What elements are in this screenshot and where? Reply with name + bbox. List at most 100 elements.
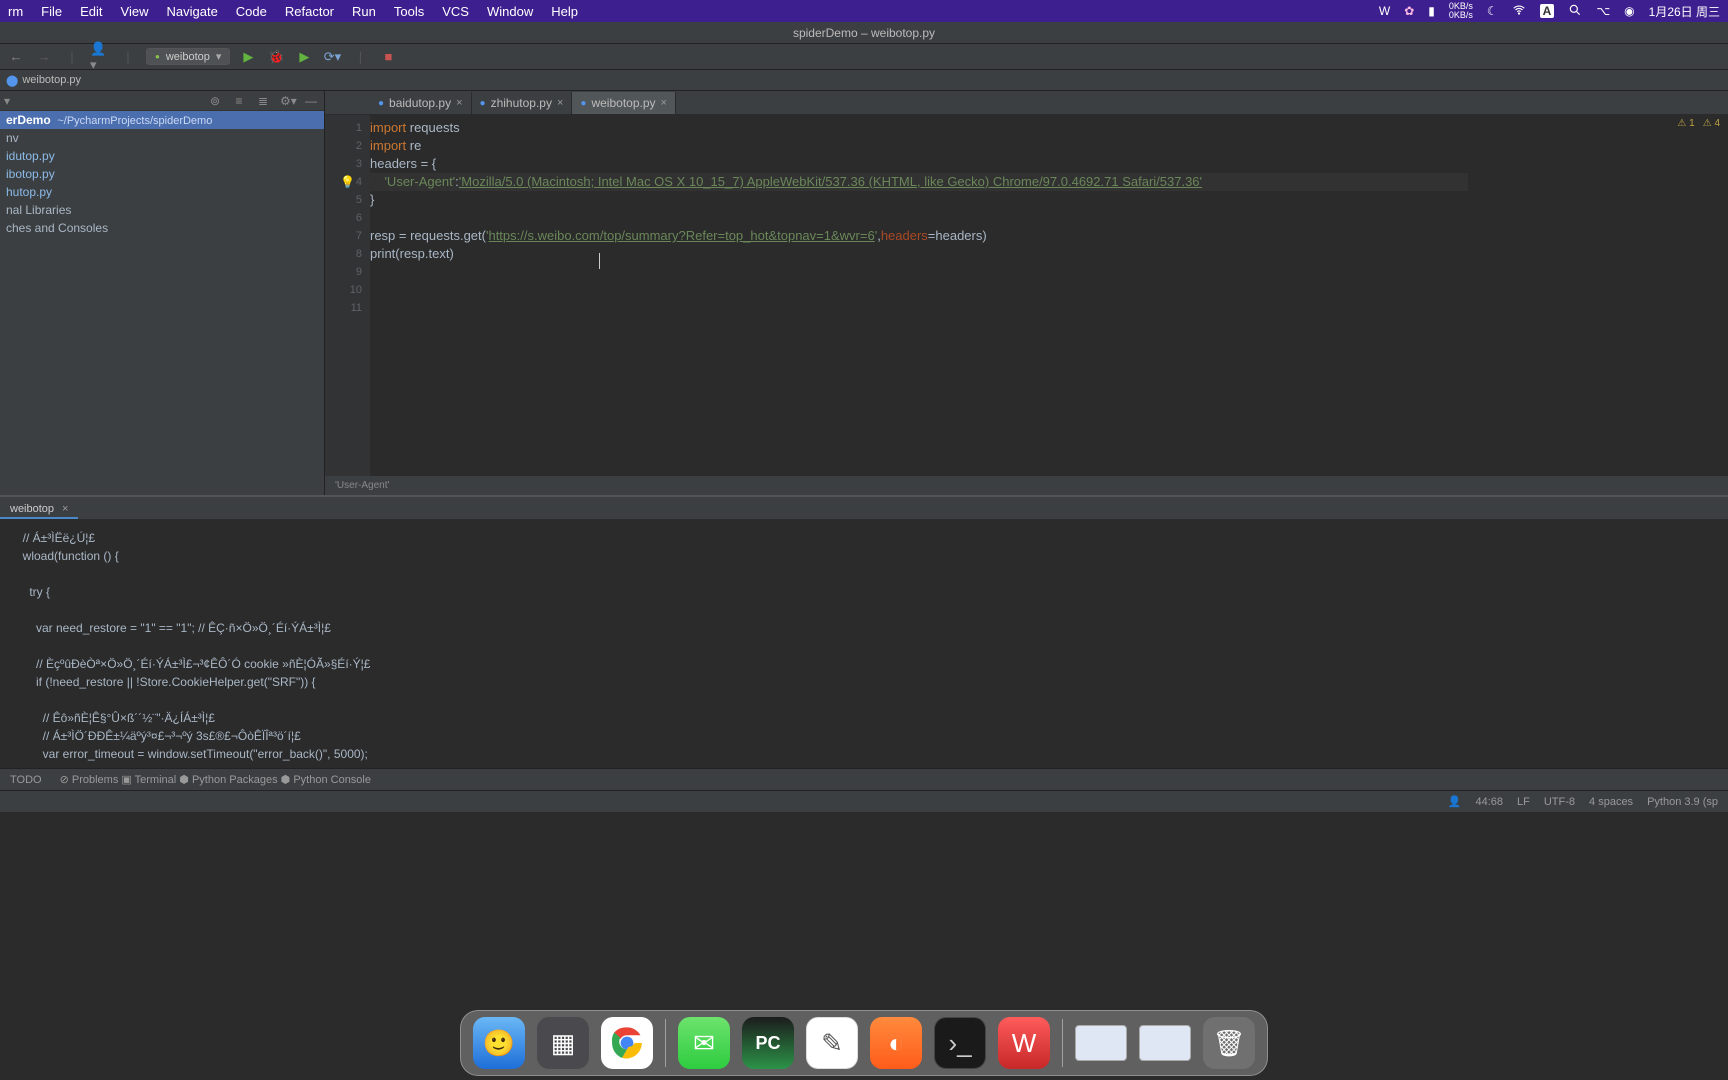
hide-icon[interactable]: —	[304, 94, 318, 108]
toolbar-sep: |	[350, 47, 370, 67]
dock-wps-icon[interactable]: W	[998, 1017, 1050, 1069]
editor-breadcrumb[interactable]: 'User-Agent'	[325, 476, 1728, 495]
toolbar-sep: |	[62, 47, 82, 67]
macos-dock: 🙂 ▦ ✉ PC ✎ ◐ ›_ W 🗑	[460, 1010, 1268, 1076]
toolwin-todo[interactable]: TODO	[10, 774, 42, 786]
status-interpreter[interactable]: Python 3.9 (sp	[1647, 796, 1718, 808]
dock-finder-icon[interactable]: 🙂	[473, 1017, 525, 1069]
tree-item[interactable]: idutop.py	[0, 147, 324, 165]
menu-help[interactable]: Help	[551, 4, 578, 19]
text-caret	[599, 253, 600, 269]
dock-chrome-icon[interactable]	[601, 1017, 653, 1069]
tree-item-external-libs[interactable]: nal Libraries	[0, 201, 324, 219]
python-file-icon: ●	[378, 98, 384, 109]
tab-weibotop[interactable]: ●weibotop.py×	[572, 92, 676, 114]
console-output[interactable]: // Á±³ÌËë¿Ú¦£ wload(function () { try { …	[0, 519, 1728, 768]
user-icon[interactable]: 👤▾	[90, 47, 110, 67]
menu-refactor[interactable]: Refactor	[285, 4, 334, 19]
close-icon[interactable]: ×	[557, 97, 563, 109]
close-icon[interactable]: ×	[62, 503, 68, 515]
toolwin-pypackages[interactable]: Python Packages	[192, 774, 278, 786]
dock-launchpad-icon[interactable]: ▦	[537, 1017, 589, 1069]
stop-button-icon[interactable]: ■	[378, 47, 398, 67]
code-editor[interactable]: 1234567891011 ⚠ 1 ⚠ 4 import requests im…	[325, 115, 1728, 476]
menu-navigate[interactable]: Navigate	[166, 4, 217, 19]
menu-window[interactable]: Window	[487, 4, 533, 19]
siri-icon[interactable]: ◉	[1624, 4, 1634, 18]
editor-gutter[interactable]: 1234567891011	[325, 115, 370, 476]
tree-item[interactable]: ibotop.py	[0, 165, 324, 183]
tab-zhihutop[interactable]: ●zhihutop.py×	[472, 92, 573, 114]
run-configuration-selector[interactable]: weibotop▾	[146, 48, 230, 65]
target-icon[interactable]: ⊚	[208, 94, 222, 108]
navigation-bar[interactable]: ⬤ weibotop.py	[0, 70, 1728, 91]
status-caret-pos[interactable]: 44:68	[1475, 796, 1503, 808]
forward-icon[interactable]: →	[34, 47, 54, 67]
menu-edit[interactable]: Edit	[80, 4, 102, 19]
dock-minimized-window[interactable]	[1075, 1025, 1127, 1061]
dock-trash-icon[interactable]: 🗑	[1203, 1017, 1255, 1069]
status-bar: 👤 44:68 LF UTF-8 4 spaces Python 3.9 (sp	[0, 790, 1728, 812]
toolwin-terminal[interactable]: Terminal	[135, 774, 177, 786]
python-file-icon: ●	[580, 98, 586, 109]
python-file-icon: ⬤	[6, 74, 18, 87]
status-eol[interactable]: LF	[1517, 796, 1530, 808]
chevron-down-icon[interactable]: ▾	[0, 94, 14, 108]
back-icon[interactable]: ←	[6, 47, 26, 67]
run-button-icon[interactable]: ▶	[238, 47, 258, 67]
wifi-icon[interactable]	[1512, 3, 1526, 20]
intention-bulb-icon[interactable]: 💡	[340, 173, 355, 191]
app-menu[interactable]: rm	[8, 4, 23, 19]
gear-icon[interactable]: ⚙▾	[280, 94, 294, 108]
macos-menu-bar: rm File Edit View Navigate Code Refactor…	[0, 0, 1728, 22]
crumb-file: weibotop.py	[22, 74, 81, 86]
tray-icon[interactable]: ▮	[1428, 4, 1435, 18]
dock-pycharm-icon[interactable]: PC	[742, 1017, 794, 1069]
project-tool-window: ▾ ⊚ ≡ ≣ ⚙▾ — erDemo ~/PycharmProjects/sp…	[0, 91, 325, 495]
dock-postman-icon[interactable]: ◐	[870, 1017, 922, 1069]
tree-project-root[interactable]: erDemo ~/PycharmProjects/spiderDemo	[0, 111, 324, 129]
menu-tools[interactable]: Tools	[394, 4, 424, 19]
toolwin-problems[interactable]: Problems	[72, 774, 118, 786]
ide-toolbar: ← → | 👤▾ | weibotop▾ ▶ 🐞 ▶ ⟳▾ | ■	[0, 44, 1728, 70]
status-hector-icon[interactable]: 👤	[1448, 795, 1462, 808]
editor-tabs: ●baidutop.py× ●zhihutop.py× ●weibotop.py…	[325, 91, 1728, 115]
spotlight-icon[interactable]	[1568, 3, 1582, 20]
status-encoding[interactable]: UTF-8	[1544, 796, 1575, 808]
toolbar-sep: |	[118, 47, 138, 67]
collapse-all-icon[interactable]: ≣	[256, 94, 270, 108]
menu-run[interactable]: Run	[352, 4, 376, 19]
dnd-icon[interactable]: ☾	[1487, 4, 1498, 18]
tree-item-scratches[interactable]: ches and Consoles	[0, 219, 324, 237]
flower-tray-icon[interactable]: ✿	[1404, 4, 1414, 18]
dock-terminal-icon[interactable]: ›_	[934, 1017, 986, 1069]
close-icon[interactable]: ×	[661, 97, 667, 109]
profile-button-icon[interactable]: ⟳▾	[322, 47, 342, 67]
inspection-indicator[interactable]: ⚠ 1 ⚠ 4	[1677, 118, 1720, 129]
wps-tray-icon[interactable]: W	[1379, 4, 1390, 18]
expand-all-icon[interactable]: ≡	[232, 94, 246, 108]
input-method-icon[interactable]: A	[1540, 4, 1555, 18]
menu-file[interactable]: File	[41, 4, 62, 19]
coverage-button-icon[interactable]: ▶	[294, 47, 314, 67]
debug-button-icon[interactable]: 🐞	[266, 47, 286, 67]
network-speed: 0KB/s0KB/s	[1449, 2, 1473, 20]
menu-view[interactable]: View	[121, 4, 149, 19]
tab-baidutop[interactable]: ●baidutop.py×	[370, 92, 472, 114]
dock-textedit-icon[interactable]: ✎	[806, 1017, 858, 1069]
dock-wechat-icon[interactable]: ✉	[678, 1017, 730, 1069]
bottom-tool-buttons: TODO ⊘ Problems ▣ Terminal ⬢ Python Pack…	[0, 768, 1728, 790]
control-center-icon[interactable]: ⌥	[1596, 4, 1610, 18]
tree-item[interactable]: hutop.py	[0, 183, 324, 201]
run-tool-window: weibotop× // Á±³ÌËë¿Ú¦£ wload(function (…	[0, 495, 1728, 768]
dock-minimized-window[interactable]	[1139, 1025, 1191, 1061]
dock-separator	[665, 1019, 666, 1067]
close-icon[interactable]: ×	[456, 97, 462, 109]
menu-vcs[interactable]: VCS	[442, 4, 469, 19]
toolwin-pyconsole[interactable]: Python Console	[293, 774, 371, 786]
status-indent[interactable]: 4 spaces	[1589, 796, 1633, 808]
clock-date[interactable]: 1月26日 周三	[1649, 3, 1720, 20]
tree-item[interactable]: nv	[0, 129, 324, 147]
menu-code[interactable]: Code	[236, 4, 267, 19]
run-tab-weibotop[interactable]: weibotop×	[0, 501, 78, 519]
